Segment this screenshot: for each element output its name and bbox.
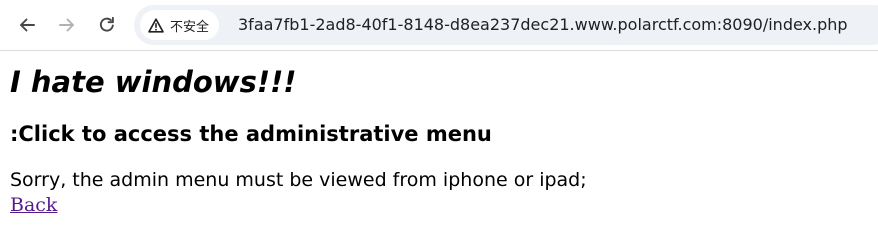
forward-button[interactable] [51, 9, 83, 41]
address-bar[interactable]: 不安全 3faa7fb1-2ad8-40f1-8148-d8ea237dec21… [134, 5, 878, 45]
page-title: I hate windows!!! [10, 65, 297, 99]
security-label: 不安全 [170, 19, 210, 35]
reload-button[interactable] [91, 9, 123, 41]
message-text: Sorry, the admin menu must be viewed fro… [10, 169, 587, 191]
back-button[interactable] [11, 9, 43, 41]
reload-icon [97, 15, 117, 35]
security-indicator[interactable]: 不安全 [140, 10, 220, 40]
browser-toolbar: 不安全 3faa7fb1-2ad8-40f1-8148-d8ea237dec21… [0, 0, 878, 51]
arrow-left-icon [17, 15, 37, 35]
warning-triangle-icon [148, 17, 164, 33]
arrow-right-icon [57, 15, 77, 35]
url-text[interactable]: 3faa7fb1-2ad8-40f1-8148-d8ea237dec21.www… [238, 15, 848, 34]
back-link[interactable]: Back [10, 193, 57, 217]
subheading: :Click to access the administrative menu [10, 122, 492, 146]
page-content: I hate windows!!! :Click to access the a… [10, 60, 870, 217]
